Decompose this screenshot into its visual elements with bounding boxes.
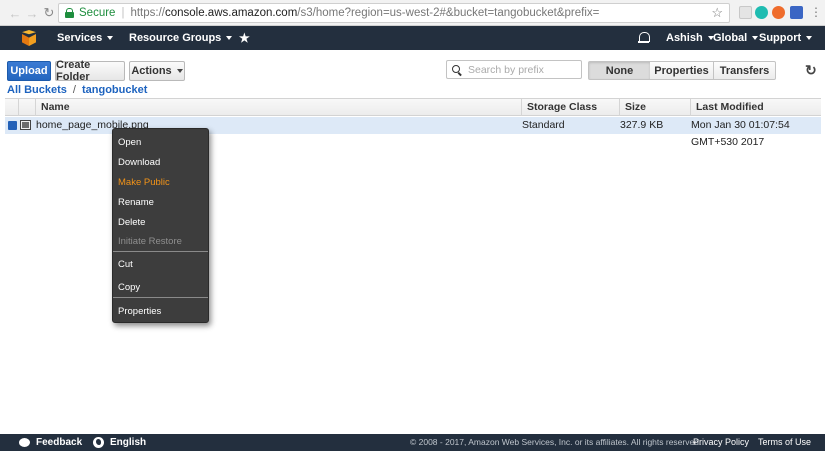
lock-icon (65, 8, 74, 18)
bell-icon[interactable] (638, 31, 650, 44)
forward-arrow-icon[interactable]: → (24, 5, 40, 21)
account-label: Ashish (666, 32, 703, 44)
row-checkbox[interactable] (8, 121, 17, 130)
search-icon (452, 64, 462, 75)
feedback-bubble-icon (19, 438, 30, 447)
actions-label: Actions (131, 65, 172, 77)
chevron-down-icon (107, 36, 114, 40)
feedback-link[interactable]: Feedback (36, 434, 82, 451)
aws-cube-logo-icon[interactable] (22, 30, 36, 46)
menu-item-properties[interactable]: Properties (118, 306, 161, 317)
upload-button[interactable]: Upload (7, 61, 51, 81)
region-menu[interactable]: Global (713, 26, 759, 50)
chevron-down-icon (806, 36, 813, 40)
extension-icon[interactable] (755, 6, 768, 19)
create-folder-button[interactable]: Create Folder (55, 59, 125, 83)
image-file-icon (20, 120, 31, 130)
copyright-text: © 2008 - 2017, Amazon Web Services, Inc.… (410, 437, 702, 447)
menu-item-copy[interactable]: Copy (118, 282, 140, 293)
url-divider: | (121, 7, 125, 19)
icon-column-header (18, 99, 35, 116)
size-cell: 327.9 KB (620, 119, 664, 131)
privacy-policy-link[interactable]: Privacy Policy (693, 434, 749, 451)
extension-icon[interactable] (790, 6, 803, 19)
language-selector[interactable]: English (110, 434, 146, 451)
menu-divider (113, 251, 208, 252)
chevron-down-icon (176, 69, 183, 73)
size-column-header[interactable]: Size (619, 99, 690, 116)
reload-icon[interactable]: ↻ (41, 5, 57, 21)
tab-properties[interactable]: Properties (650, 61, 714, 80)
support-menu[interactable]: Support (759, 26, 813, 50)
menu-item-download[interactable]: Download (118, 157, 160, 168)
support-label: Support (759, 32, 802, 44)
breadcrumb-separator: / (72, 84, 76, 96)
bookmark-star-icon[interactable]: ☆ (711, 5, 723, 21)
menu-item-make-public[interactable]: Make Public (118, 177, 170, 188)
storage-class-column-header[interactable]: Storage Class (521, 99, 619, 116)
menu-item-open[interactable]: Open (118, 137, 141, 148)
services-label: Services (57, 32, 103, 44)
url-scheme: https:// (130, 7, 165, 19)
breadcrumb: All Buckets / tangobucket (7, 84, 147, 96)
objects-table-header: Name Storage Class Size Last Modified (5, 98, 821, 116)
browser-menu-icon[interactable]: ⋮ (810, 6, 822, 19)
footer: Feedback English © 2008 - 2017, Amazon W… (0, 434, 825, 451)
search-input[interactable] (468, 63, 578, 76)
globe-icon (93, 437, 104, 448)
chevron-down-icon (226, 36, 233, 40)
address-bar[interactable]: Secure | https://console.aws.amazon.com /… (58, 3, 730, 23)
menu-divider (113, 297, 208, 298)
context-menu: Open Download Make Public Rename Delete … (112, 128, 209, 323)
url-path: /s3/home?region=us-west-2#&bucket=tangob… (297, 7, 600, 19)
refresh-icon[interactable]: ↻ (805, 62, 817, 79)
pin-icon[interactable]: ★ (239, 31, 250, 45)
select-column-header (5, 99, 18, 116)
tab-transfers[interactable]: Transfers (713, 61, 776, 80)
name-column-header[interactable]: Name (35, 99, 521, 116)
menu-item-initiate-restore: Initiate Restore (118, 236, 182, 247)
extension-icon[interactable] (772, 6, 785, 19)
resource-groups-menu[interactable]: Resource Groups (129, 26, 233, 50)
menu-item-delete[interactable]: Delete (118, 217, 145, 228)
account-menu[interactable]: Ashish (666, 26, 714, 50)
breadcrumb-all-buckets[interactable]: All Buckets (7, 84, 67, 96)
secure-label: Secure (79, 7, 116, 19)
chevron-down-icon (752, 36, 759, 40)
prefix-search[interactable] (446, 60, 582, 79)
actions-dropdown[interactable]: Actions (129, 61, 185, 81)
services-menu[interactable]: Services (57, 26, 114, 50)
breadcrumb-bucket[interactable]: tangobucket (82, 84, 147, 96)
region-label: Global (713, 32, 748, 44)
aws-top-nav: Services Resource Groups ★ Ashish Global… (0, 26, 825, 50)
last-modified-column-header[interactable]: Last Modified (690, 99, 821, 116)
menu-item-rename[interactable]: Rename (118, 197, 154, 208)
storage-class-cell: Standard (522, 119, 565, 131)
menu-item-cut[interactable]: Cut (118, 259, 133, 270)
browser-toolbar: ← → ↻ Secure | https://console.aws.amazo… (0, 0, 825, 26)
back-arrow-icon[interactable]: ← (7, 5, 23, 21)
url-host: console.aws.amazon.com (164, 7, 298, 19)
resource-groups-label: Resource Groups (129, 32, 222, 44)
tab-none[interactable]: None (588, 61, 651, 80)
extension-icon[interactable] (739, 6, 752, 19)
last-modified-cell: Mon Jan 30 01:07:54 GMT+530 2017 (691, 119, 790, 148)
terms-of-use-link[interactable]: Terms of Use (758, 434, 811, 451)
